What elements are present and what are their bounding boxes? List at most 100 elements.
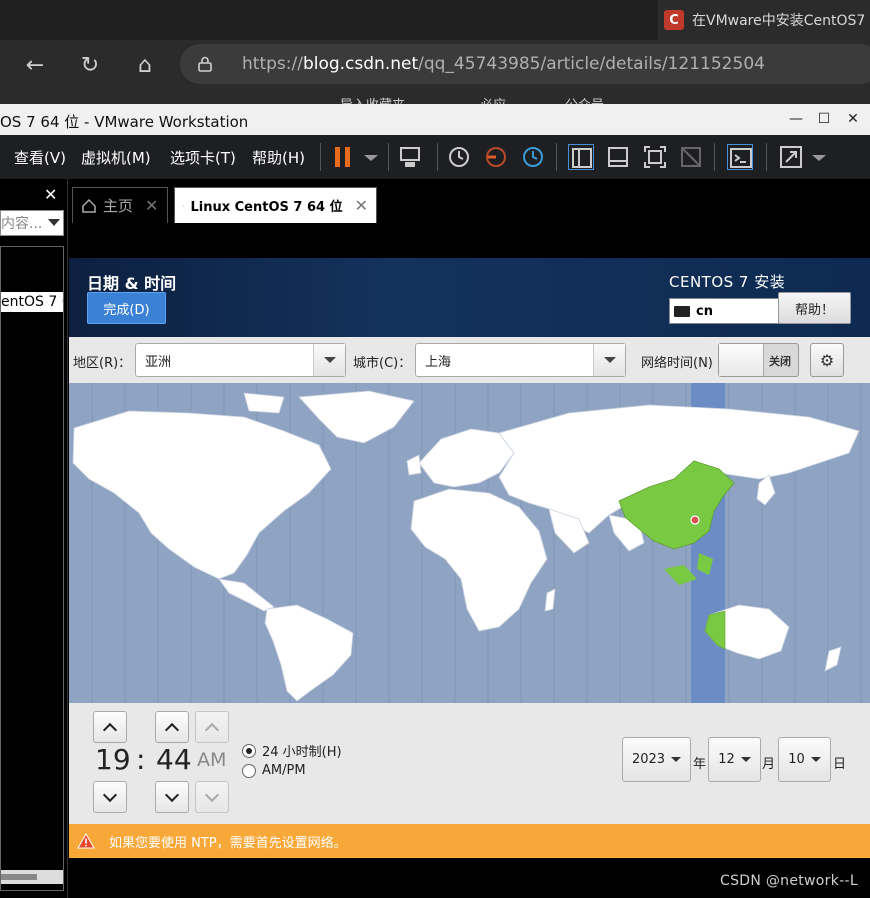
refresh-icon[interactable]: ↻ <box>75 50 105 80</box>
chevron-down-icon <box>740 757 751 762</box>
home-icon <box>82 198 96 213</box>
browser-tab-title: 在VMware中安装CentOS7 <box>692 13 866 29</box>
radio-ampm[interactable] <box>242 763 256 778</box>
pause-icon[interactable] <box>330 144 356 170</box>
day-unit: 日 <box>833 757 847 772</box>
ntp-config-button[interactable]: ⚙ <box>810 343 844 377</box>
world-map[interactable] <box>69 383 870 703</box>
pause-dropdown-icon[interactable] <box>358 144 384 170</box>
minute-value: 44 <box>156 743 192 776</box>
city-marker-icon[interactable] <box>690 515 700 525</box>
done-button[interactable]: 完成(D) <box>87 292 166 324</box>
city-combo[interactable]: 上海 <box>415 343 626 377</box>
network-time-switch[interactable]: 关闭 <box>718 343 799 377</box>
close-icon[interactable]: ✕ <box>843 109 863 129</box>
city-label: 城市(C)： <box>353 356 412 371</box>
ntp-warning-text: 如果您要使用 NTP，需要首先设置网络。 <box>109 835 347 851</box>
send-ctrl-alt-del-icon[interactable] <box>397 144 423 170</box>
radio-24h[interactable] <box>242 743 256 758</box>
minimize-icon[interactable]: — <box>786 109 806 129</box>
home-icon[interactable]: ⌂ <box>130 50 160 80</box>
hour-down-button[interactable] <box>93 781 127 813</box>
chevron-down-icon[interactable] <box>48 219 60 226</box>
csdn-icon: C <box>664 10 684 30</box>
unity-icon[interactable] <box>678 144 704 170</box>
chevron-up-icon <box>204 722 220 737</box>
url-prefix: https:// <box>242 54 303 74</box>
tab-centos-vm[interactable]: Linux CentOS 7 64 位 ✕ <box>174 187 377 223</box>
year-combo[interactable]: 2023 <box>622 737 691 782</box>
menu-view[interactable]: 查看(V) <box>14 147 66 168</box>
year-unit: 年 <box>693 757 707 772</box>
bookmark-import[interactable]: 导入收藏夹 <box>340 94 405 104</box>
minute-up-button[interactable] <box>155 711 189 743</box>
ampm-up-button[interactable] <box>195 711 229 743</box>
help-button[interactable]: 帮助！ <box>778 292 851 324</box>
stretch-icon[interactable] <box>778 144 804 170</box>
scrollbar-thumb[interactable] <box>1 874 37 880</box>
library-search-input[interactable]: 内容... <box>0 210 64 236</box>
month-combo[interactable]: 12 <box>708 737 761 782</box>
hour-up-button[interactable] <box>93 711 127 743</box>
tab-centos-label: Linux CentOS 7 64 位 <box>190 200 343 215</box>
format-24h-label: 24 小时制(H) <box>262 745 342 760</box>
region-combo[interactable]: 亚洲 <box>135 343 346 377</box>
chevron-down-icon <box>102 787 118 802</box>
day-combo[interactable]: 10 <box>778 737 831 782</box>
library-view-icon[interactable] <box>568 144 594 170</box>
vm-tab-strip: 主页 ✕ Linux CentOS 7 64 位 ✕ <box>69 179 870 230</box>
back-icon[interactable]: ← <box>20 50 50 80</box>
chevron-up-icon <box>102 722 118 737</box>
library-tree: entOS 7 64 <box>0 246 64 891</box>
menu-vm[interactable]: 虚拟机(M) <box>81 147 151 168</box>
gear-icon: ⚙ <box>819 350 835 370</box>
snapshot-icon[interactable] <box>446 144 472 170</box>
console-icon[interactable] <box>727 144 753 170</box>
keyboard-layout-indicator[interactable]: cn <box>669 298 779 324</box>
switch-knob[interactable] <box>719 344 764 376</box>
bookmark-bing[interactable]: 必应 <box>480 94 506 104</box>
fullscreen-icon[interactable] <box>642 144 668 170</box>
maximize-icon[interactable]: ☐ <box>814 109 834 129</box>
chevron-down-icon[interactable] <box>593 344 625 376</box>
toolbar-divider <box>388 143 389 171</box>
city-value: 上海 <box>425 354 452 370</box>
vmware-window-title: OS 7 64 位 - VMware Workstation <box>0 113 249 131</box>
stretch-dropdown-icon[interactable] <box>806 144 832 170</box>
minute-down-button[interactable] <box>155 781 189 813</box>
library-scrollbar[interactable] <box>1 870 63 884</box>
chevron-down-icon <box>204 787 220 802</box>
bookmark-wechat[interactable]: 公众号 <box>565 94 604 104</box>
vmware-toolbar: 查看(V) 虚拟机(M) 选项卡(T) 帮助(H) <box>0 135 870 179</box>
tab-home[interactable]: 主页 ✕ <box>72 187 168 223</box>
revert-snapshot-icon[interactable] <box>483 144 509 170</box>
menu-tabs[interactable]: 选项卡(T) <box>170 147 236 168</box>
snapshot-manager-icon[interactable] <box>520 144 546 170</box>
keyboard-layout-value: cn <box>696 303 713 319</box>
library-close-icon[interactable]: ✕ <box>44 185 57 204</box>
tab-home-label: 主页 <box>103 197 134 215</box>
csdn-watermark: CSDN @network--L <box>720 873 858 889</box>
page-title: 日期 & 时间 <box>87 274 177 293</box>
timezone-map[interactable] <box>69 383 870 703</box>
network-time-label: 网络时间(N) <box>641 356 713 371</box>
thumbnail-view-icon[interactable] <box>605 144 631 170</box>
menu-help[interactable]: 帮助(H) <box>252 147 305 168</box>
hour-value: 19 <box>95 743 131 776</box>
chevron-down-icon <box>810 757 821 762</box>
chevron-down-icon <box>164 787 180 802</box>
format-ampm-option[interactable]: AM/PM <box>242 763 306 778</box>
chevron-down-icon[interactable] <box>313 344 345 376</box>
region-value: 亚洲 <box>145 354 172 370</box>
tab-close-icon[interactable]: ✕ <box>145 196 158 215</box>
url-host: blog.csdn.net <box>302 54 419 74</box>
chevron-up-icon <box>164 722 180 737</box>
browser-tab[interactable]: C 在VMware中安装CentOS7 <box>658 0 870 40</box>
format-24h-option[interactable]: 24 小时制(H) <box>242 741 342 760</box>
guest-display[interactable]: 日期 & 时间 完成(D) CENTOS 7 安装 cn 帮助！ 地区(R)： … <box>69 230 870 898</box>
library-item-centos[interactable]: entOS 7 64 <box>1 292 63 312</box>
ampm-down-button[interactable] <box>195 781 229 813</box>
tab-close-icon[interactable]: ✕ <box>355 196 368 215</box>
url-field[interactable]: https://blog.csdn.net/qq_45743985/articl… <box>180 44 870 84</box>
month-value: 12 <box>718 752 735 767</box>
